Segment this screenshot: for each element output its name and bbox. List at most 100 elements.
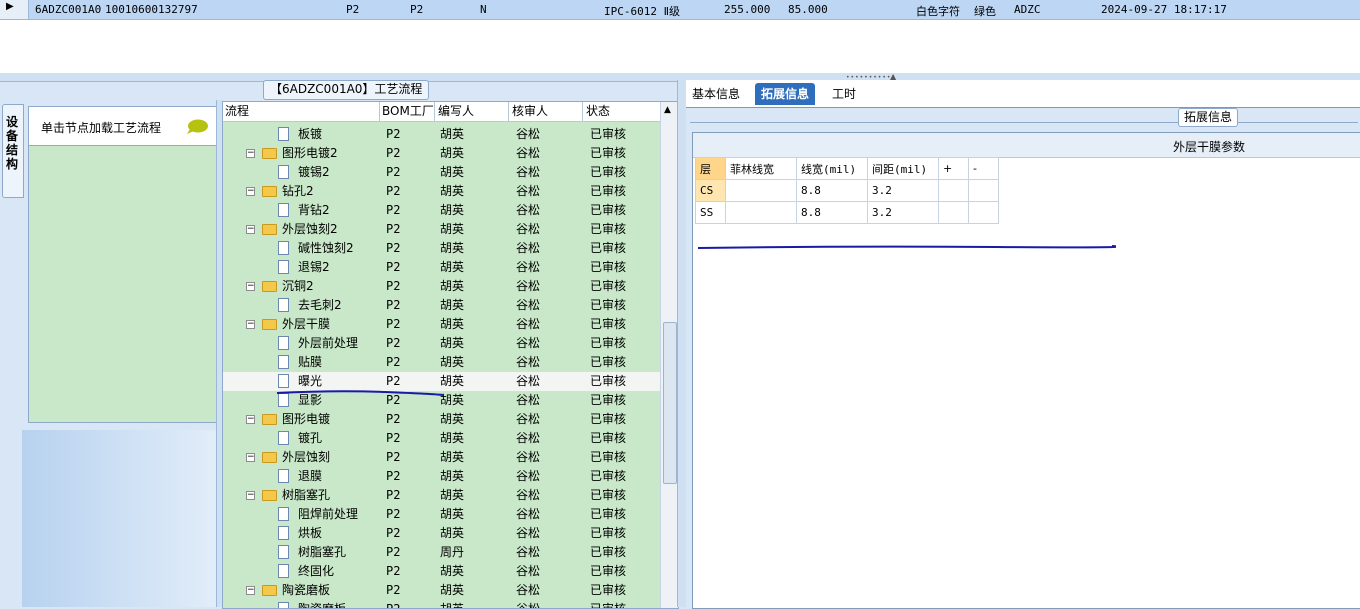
tree-cell-name: 外层干膜	[282, 317, 331, 331]
expand-toggle-icon[interactable]: −	[246, 149, 255, 158]
tree-cell-name: 去毛刺2	[298, 298, 342, 312]
expand-toggle-icon[interactable]: −	[246, 282, 255, 291]
tree-cell-bom: P2	[386, 355, 401, 369]
tree-cell-name: 烘板	[298, 526, 323, 540]
param-cell-layer[interactable]: CS	[695, 179, 726, 202]
top-cell-value1[interactable]: 255.000	[724, 3, 770, 16]
param-col-film-width[interactable]: 菲林线宽	[725, 157, 797, 180]
tree-cell-reviewer: 谷松	[516, 412, 541, 426]
param-cell-layer[interactable]: SS	[695, 201, 726, 224]
file-icon	[278, 507, 289, 521]
file-icon	[278, 526, 289, 540]
tree-cell-name: 沉铜2	[282, 279, 314, 293]
col-bom[interactable]: BOM工厂	[380, 102, 435, 121]
tree-row[interactable]: 背钻2 P2 胡英 谷松 已审核	[223, 201, 660, 220]
tree-cell-author: 胡英	[440, 279, 465, 293]
tree-row[interactable]: − 图形电镀2 P2 胡英 谷松 已审核	[223, 144, 660, 163]
tab-work-hours[interactable]: 工时	[826, 83, 862, 105]
col-author[interactable]: 编写人	[436, 102, 509, 121]
chat-bubble-icon[interactable]	[186, 119, 208, 135]
tree-row[interactable]: 去毛刺2 P2 胡英 谷松 已审核	[223, 296, 660, 315]
tree-row[interactable]: − 陶瓷磨板 P2 胡英 谷松 已审核	[223, 581, 660, 600]
col-status[interactable]: 状态	[584, 102, 660, 121]
top-cell-code[interactable]: 6ADZC001A0	[35, 3, 101, 16]
top-cell-flag[interactable]: N	[480, 3, 487, 16]
tree-row[interactable]: 烘板 P2 胡英 谷松 已审核	[223, 524, 660, 543]
param-cell-line-width[interactable]: 8.8	[796, 179, 868, 202]
tree-row[interactable]: − 外层蚀刻 P2 胡英 谷松 已审核	[223, 448, 660, 467]
tree-scrollbar[interactable]: ▲	[660, 102, 678, 608]
tree-cell-name: 树脂塞孔	[282, 488, 331, 502]
tree-cell-name: 图形电镀2	[282, 146, 338, 160]
param-cell-line-width[interactable]: 8.8	[796, 201, 868, 224]
expand-toggle-icon[interactable]: −	[246, 320, 255, 329]
top-cell-char-color[interactable]: 白色字符	[916, 3, 960, 19]
tree-row[interactable]: 碱性蚀刻2 P2 胡英 谷松 已审核	[223, 239, 660, 258]
tree-row[interactable]: 终固化 P2 胡英 谷松 已审核	[223, 562, 660, 581]
tree-cell-status: 已审核	[590, 469, 627, 483]
param-cell-spacing[interactable]: 3.2	[867, 201, 939, 224]
top-cell-standard[interactable]: IPC-6012 Ⅱ级	[604, 3, 680, 19]
top-cell-number[interactable]: 10010600132797	[105, 3, 198, 16]
param-header-row: 层 菲林线宽 线宽(mil) 间距(mil) + -	[695, 157, 999, 180]
tree-row[interactable]: 阻焊前处理 P2 胡英 谷松 已审核	[223, 505, 660, 524]
top-cell-p2b[interactable]: P2	[410, 3, 423, 16]
top-grid-row[interactable]: ▶ 6ADZC001A0 10010600132797 P2 P2 N IPC-…	[0, 0, 1360, 20]
col-reviewer[interactable]: 核审人	[510, 102, 583, 121]
row-indicator[interactable]: ▶	[0, 0, 29, 19]
tree-cell-name: 镀孔	[298, 431, 323, 445]
tree-row[interactable]: − 树脂塞孔 P2 胡英 谷松 已审核	[223, 486, 660, 505]
top-cell-user[interactable]: ADZC	[1014, 3, 1041, 16]
tree-cell-reviewer: 谷松	[516, 450, 541, 464]
tree-row[interactable]: 外层前处理 P2 胡英 谷松 已审核	[223, 334, 660, 353]
tree-title: 【6ADZC001A0】工艺流程	[263, 80, 430, 100]
tree-cell-author: 胡英	[440, 241, 465, 255]
side-tab-device-structure[interactable]: 设备结构	[2, 104, 24, 198]
expand-toggle-icon[interactable]: −	[246, 225, 255, 234]
tree-row[interactable]: 板镀 P2 胡英 谷松 已审核	[223, 125, 660, 144]
tree-row[interactable]: 镀孔 P2 胡英 谷松 已审核	[223, 429, 660, 448]
top-cell-datetime[interactable]: 2024-09-27 18:17:17	[1101, 3, 1227, 16]
expand-toggle-icon[interactable]: −	[246, 491, 255, 500]
tab-extended-info[interactable]: 拓展信息	[755, 83, 816, 105]
tree-cell-bom: P2	[386, 583, 401, 597]
param-cell-film-width[interactable]	[725, 179, 797, 202]
param-cell-film-width[interactable]	[725, 201, 797, 224]
tree-cell-name: 终固化	[298, 564, 335, 578]
param-col-layer[interactable]: 层	[695, 157, 726, 180]
remove-row-button[interactable]: -	[968, 157, 999, 180]
scroll-thumb[interactable]	[663, 322, 677, 484]
tab-basic-info[interactable]: 基本信息	[686, 83, 746, 105]
tree-cell-author: 胡英	[440, 355, 465, 369]
param-col-line-width[interactable]: 线宽(mil)	[796, 157, 868, 180]
param-row[interactable]: SS 8.8 3.2	[695, 201, 999, 224]
tree-row[interactable]: − 外层干膜 P2 胡英 谷松 已审核	[223, 315, 660, 334]
tree-row[interactable]: 镀锡2 P2 胡英 谷松 已审核	[223, 163, 660, 182]
param-cell-spacing[interactable]: 3.2	[867, 179, 939, 202]
expand-toggle-icon[interactable]: −	[246, 453, 255, 462]
tree-row[interactable]: − 外层蚀刻2 P2 胡英 谷松 已审核	[223, 220, 660, 239]
add-row-button[interactable]: +	[938, 157, 969, 180]
tree-cell-bom: P2	[386, 469, 401, 483]
expand-toggle-icon[interactable]: −	[246, 415, 255, 424]
tree-row[interactable]: 退锡2 P2 胡英 谷松 已审核	[223, 258, 660, 277]
top-cell-p2a[interactable]: P2	[346, 3, 359, 16]
top-cell-value2[interactable]: 85.000	[788, 3, 828, 16]
top-cell-mask-color[interactable]: 绿色	[974, 3, 996, 19]
tree-row[interactable]: 退膜 P2 胡英 谷松 已审核	[223, 467, 660, 486]
tree-cell-name: 镀锡2	[298, 165, 330, 179]
scroll-up-icon[interactable]: ▲	[664, 105, 671, 115]
param-col-spacing[interactable]: 间距(mil)	[867, 157, 939, 180]
col-process[interactable]: 流程	[223, 102, 380, 121]
tree-cell-reviewer: 谷松	[516, 393, 541, 407]
expand-toggle-icon[interactable]: −	[246, 187, 255, 196]
param-row[interactable]: CS 8.8 3.2	[695, 179, 999, 202]
expand-toggle-icon[interactable]: −	[246, 586, 255, 595]
tree-row[interactable]: 树脂塞孔 P2 周丹 谷松 已审核	[223, 543, 660, 562]
tree-row[interactable]: − 钻孔2 P2 胡英 谷松 已审核	[223, 182, 660, 201]
tree-cell-reviewer: 谷松	[516, 184, 541, 198]
tree-row[interactable]: − 沉铜2 P2 胡英 谷松 已审核	[223, 277, 660, 296]
tree-cell-status: 已审核	[590, 165, 627, 179]
tree-row[interactable]: 贴膜 P2 胡英 谷松 已审核	[223, 353, 660, 372]
tree-row[interactable]: − 图形电镀 P2 胡英 谷松 已审核	[223, 410, 660, 429]
